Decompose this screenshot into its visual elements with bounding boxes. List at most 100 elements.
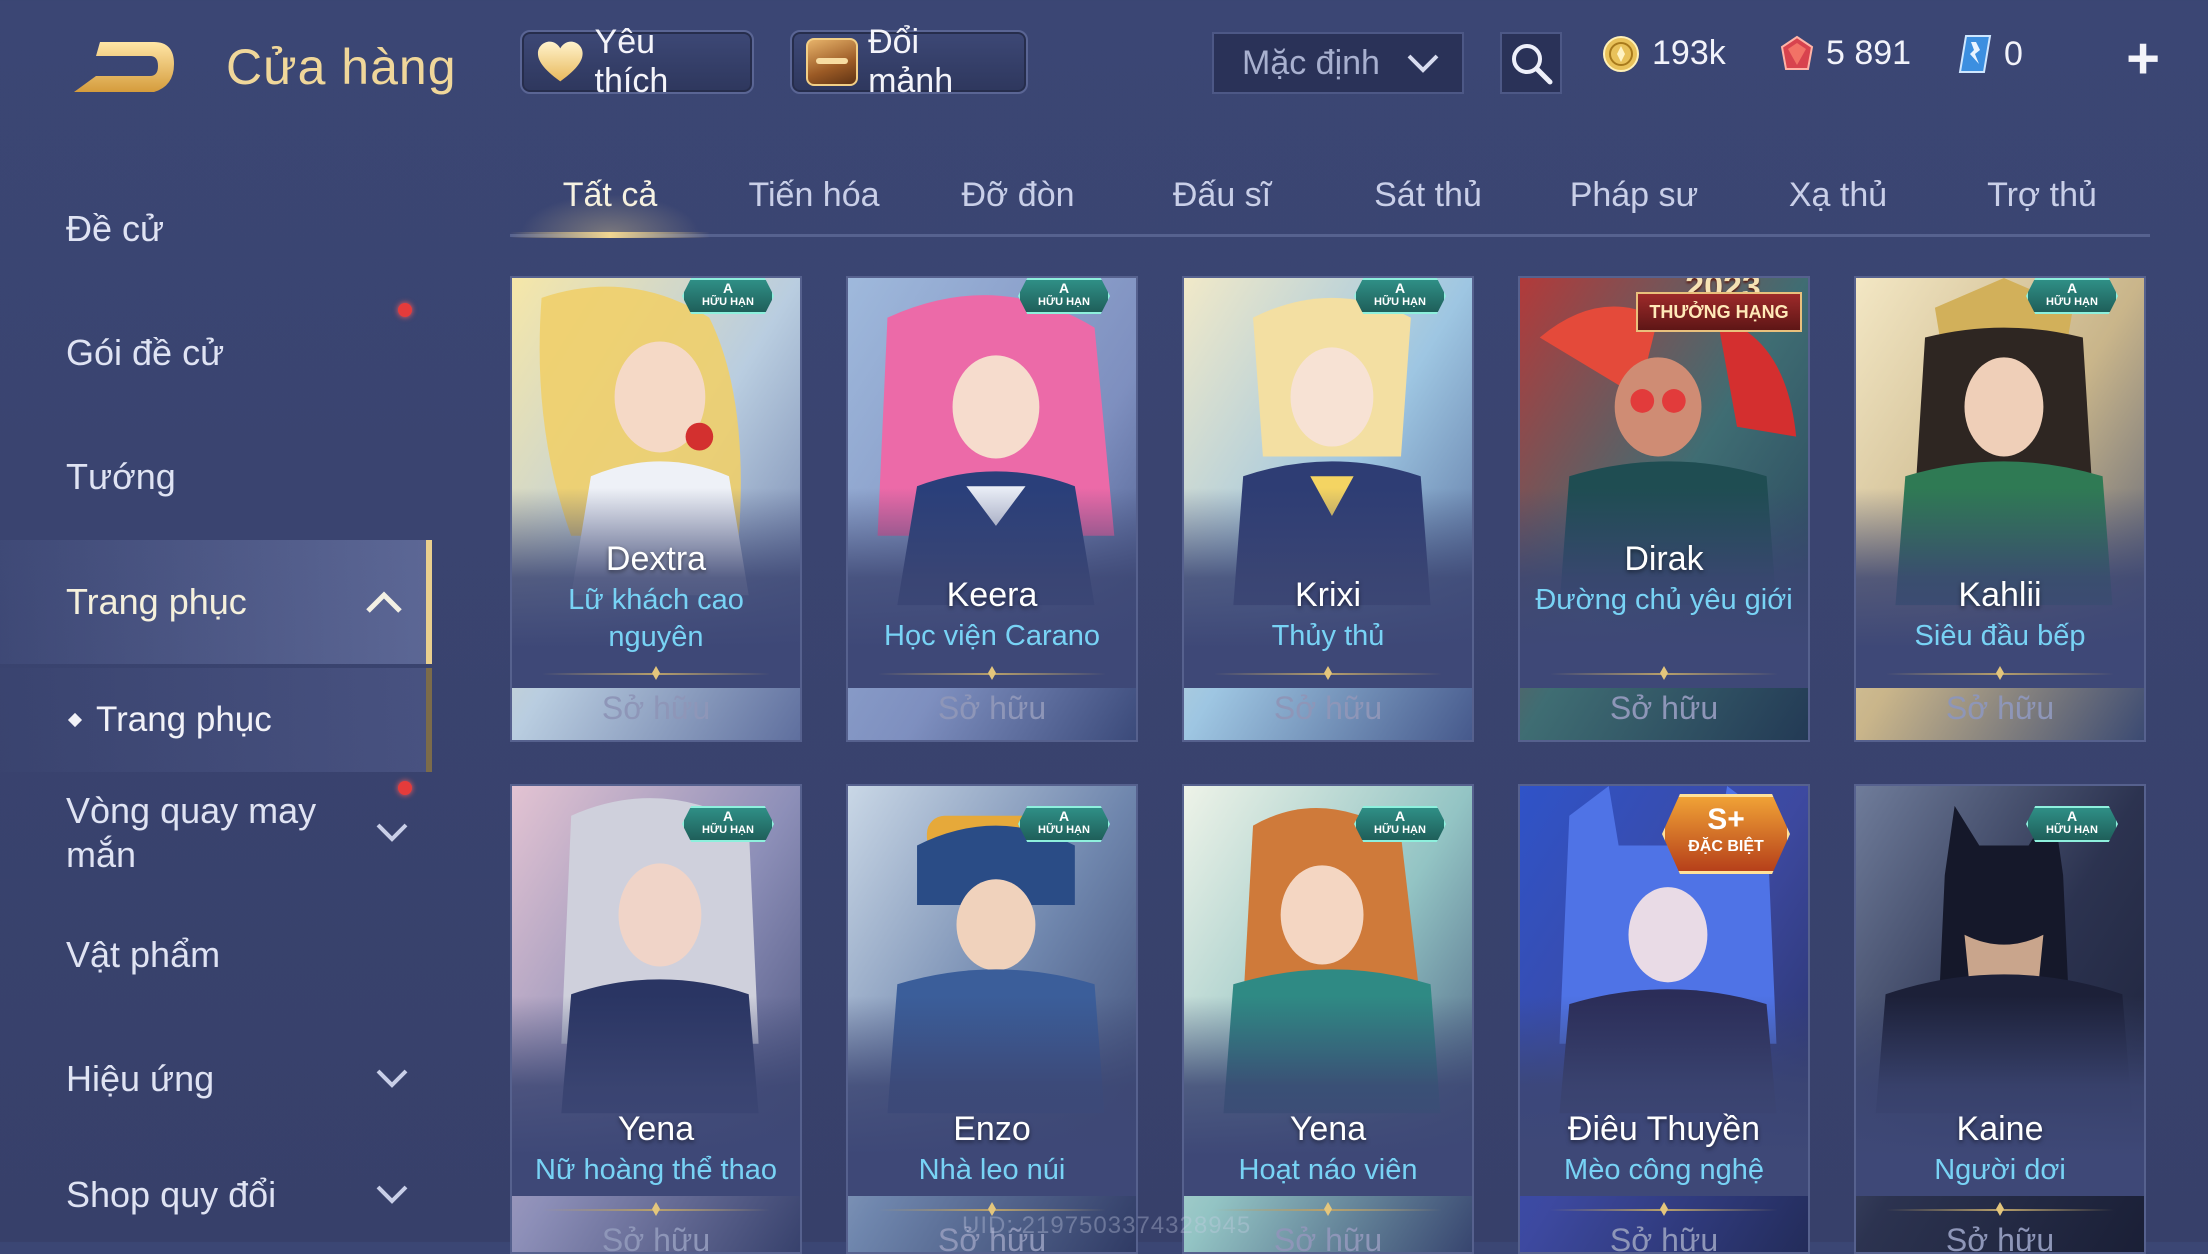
tab-tank[interactable]: Đỡ đòn bbox=[918, 160, 1118, 234]
tab-label: Xạ thủ bbox=[1788, 176, 1888, 214]
sidebar-item-label: Đề cử bbox=[66, 208, 165, 249]
tab-label: Pháp sư bbox=[1569, 176, 1699, 214]
top-up-button[interactable]: + bbox=[2118, 26, 2168, 91]
skin-name: Mèo công nghệ bbox=[1564, 1154, 1764, 1186]
skin-card[interactable]: A HỮU HẠN Keera Học viện Carano Sở hữu bbox=[846, 276, 1138, 742]
ownership-status: Sở hữu bbox=[1273, 690, 1383, 726]
sidebar-item-heroes[interactable]: Tướng bbox=[0, 422, 432, 532]
voucher-amount: 0 bbox=[2004, 34, 2023, 73]
sidebar-item-lucky-wheel[interactable]: Vòng quay may mắn bbox=[0, 778, 432, 888]
hero-name: Kahlii bbox=[1958, 576, 2042, 614]
ownership-status: Sở hữu bbox=[601, 690, 711, 726]
ownership-status: Sở hữu bbox=[1609, 690, 1719, 726]
search-button[interactable] bbox=[1500, 32, 1562, 94]
sidebar-item-items[interactable]: Vật phẩm bbox=[0, 900, 432, 1010]
tab-all[interactable]: Tất cả bbox=[510, 160, 710, 238]
hero-name: Dirak bbox=[1624, 540, 1704, 578]
ruby-amount: 5 891 bbox=[1826, 34, 1912, 72]
skin-name: Nữ hoàng thể thao bbox=[535, 1154, 777, 1186]
tab-evolution[interactable]: Tiến hóa bbox=[714, 160, 914, 234]
voucher-balance: 0 bbox=[1958, 34, 2023, 74]
sidebar-item-effects[interactable]: Hiệu ứng bbox=[0, 1024, 432, 1134]
skin-name: Học viện Carano bbox=[884, 620, 1100, 652]
skin-name: Người dơi bbox=[1934, 1154, 2066, 1186]
hero-name: Krixi bbox=[1294, 576, 1362, 614]
tab-assassin[interactable]: Sát thủ bbox=[1328, 160, 1528, 234]
chest-icon bbox=[806, 38, 859, 86]
hero-name: Kaine bbox=[1956, 1110, 2044, 1148]
tab-marksman[interactable]: Xạ thủ bbox=[1738, 160, 1938, 234]
tab-label: Tất cả bbox=[562, 176, 658, 214]
exchange-shards-button[interactable]: Đổi mảnh bbox=[790, 23, 1028, 100]
notification-dot bbox=[398, 781, 412, 795]
sidebar-item-label: Tướng bbox=[66, 456, 176, 497]
hero-name: Keera bbox=[946, 576, 1038, 614]
plus-icon: + bbox=[2126, 25, 2160, 91]
limited-a-badge: A HỮU HẠN bbox=[1018, 806, 1110, 842]
hero-name: Điêu Thuyền bbox=[1567, 1110, 1761, 1148]
chevron-down-icon bbox=[376, 1185, 408, 1204]
hero-name: Dextra bbox=[605, 540, 707, 578]
skin-name: Thủy thủ bbox=[1271, 620, 1385, 652]
ruby-gem-icon bbox=[1780, 35, 1814, 70]
search-icon bbox=[1512, 44, 1553, 85]
skin-card[interactable]: A HỮU HẠN Dextra Lữ khách cao nguyên Sở h… bbox=[510, 276, 802, 742]
tab-support[interactable]: Trợ thủ bbox=[1942, 160, 2142, 234]
skin-card[interactable]: A HỮU HẠN Yena Nữ hoàng thể thao Sở hữu bbox=[510, 784, 802, 1254]
skin-name: Siêu đầu bếp bbox=[1914, 620, 2086, 652]
limited-a-badge: A HỮU HẠN bbox=[2026, 278, 2118, 314]
sidebar-item-exchange-shop[interactable]: Shop quy đổi bbox=[0, 1148, 432, 1242]
tab-mage[interactable]: Pháp sư bbox=[1534, 160, 1734, 234]
back-button[interactable] bbox=[66, 36, 178, 102]
skin-card[interactable]: S+ ĐẶC BIỆT Điêu Thuyền Mèo công nghệ Sở … bbox=[1518, 784, 1810, 1254]
sidebar-item-featured-bundles[interactable]: Gói đề cử bbox=[0, 298, 432, 408]
skin-card[interactable]: A HỮU HẠN Enzo Nhà leo núi Sở hữu bbox=[846, 784, 1138, 1254]
limited-a-badge: A HỮU HẠN bbox=[1354, 806, 1446, 842]
skin-card[interactable]: A HỮU HẠN Yena Hoạt náo viên Sở hữu bbox=[1182, 784, 1474, 1254]
sidebar-item-label: Hiệu ứng bbox=[66, 1058, 215, 1099]
skin-name: Hoạt náo viên bbox=[1238, 1154, 1418, 1186]
chevron-up-icon bbox=[366, 591, 402, 613]
tab-label: Đỡ đòn bbox=[961, 176, 1075, 214]
sidebar-subitem-label: Trang phục bbox=[96, 700, 272, 739]
chevron-down-icon bbox=[1407, 54, 1439, 73]
user-id-watermark: UID: 2197503374328945 bbox=[962, 1212, 1252, 1239]
chevron-down-icon bbox=[376, 823, 408, 842]
page-title: Cửa hàng bbox=[226, 39, 457, 95]
ownership-status: Sở hữu bbox=[601, 1222, 711, 1254]
special-s-plus-badge: S+ ĐẶC BIỆT bbox=[1662, 794, 1790, 874]
sidebar-item-label: Shop quy đổi bbox=[66, 1174, 277, 1215]
rank-reward-badge: THƯỞNG HẠNG bbox=[1636, 292, 1802, 332]
sidebar-item-label: Trang phục bbox=[66, 581, 247, 622]
skin-name: Đường chủ yêu giới bbox=[1535, 584, 1793, 616]
skin-card[interactable]: 2023 THƯỞNG HẠNG Dirak Đường chủ yêu giớ… bbox=[1518, 276, 1810, 742]
bullet-icon bbox=[67, 712, 83, 728]
favorites-label: Yêu thích bbox=[594, 23, 669, 100]
ownership-status: Sở hữu bbox=[937, 690, 1047, 726]
hero-name: Yena bbox=[1289, 1110, 1367, 1148]
sidebar-item-label: Vật phẩm bbox=[66, 934, 221, 975]
sidebar-item-featured[interactable]: Đề cử bbox=[0, 174, 432, 284]
ownership-status: Sở hữu bbox=[1945, 690, 2055, 726]
back-arrow-icon bbox=[74, 42, 174, 92]
skin-card[interactable]: A HỮU HẠN Kahlii Siêu đầu bếp Sở hữu bbox=[1854, 276, 2146, 742]
skin-card[interactable]: A HỮU HẠN Kaine Người dơi Sở hữu bbox=[1854, 784, 2146, 1254]
gold-amount: 193k bbox=[1652, 34, 1726, 72]
sidebar-subitem-skins[interactable]: Trang phục bbox=[0, 668, 432, 772]
sort-value: Mặc định bbox=[1242, 43, 1380, 82]
sort-dropdown[interactable]: Mặc định bbox=[1212, 32, 1464, 94]
ruby-balance: 5 891 bbox=[1780, 34, 1911, 73]
limited-a-badge: A HỮU HẠN bbox=[682, 278, 774, 314]
tab-label: Đấu sĩ bbox=[1172, 176, 1272, 214]
sidebar-item-label: Vòng quay may mắn bbox=[66, 790, 317, 875]
limited-a-badge: A HỮU HẠN bbox=[1018, 278, 1110, 314]
tab-label: Trợ thủ bbox=[1987, 176, 2097, 214]
gold-balance: 193k bbox=[1602, 34, 1726, 73]
skin-card[interactable]: A HỮU HẠN Krixi Thủy thủ Sở hữu bbox=[1182, 276, 1474, 742]
skin-name: Nhà leo núi bbox=[918, 1154, 1066, 1186]
tab-label: Sát thủ bbox=[1374, 176, 1482, 214]
notification-dot bbox=[398, 303, 412, 317]
favorites-button[interactable]: Yêu thích bbox=[520, 23, 754, 100]
sidebar-item-skins[interactable]: Trang phục bbox=[0, 540, 432, 664]
tab-fighter[interactable]: Đấu sĩ bbox=[1122, 160, 1322, 234]
